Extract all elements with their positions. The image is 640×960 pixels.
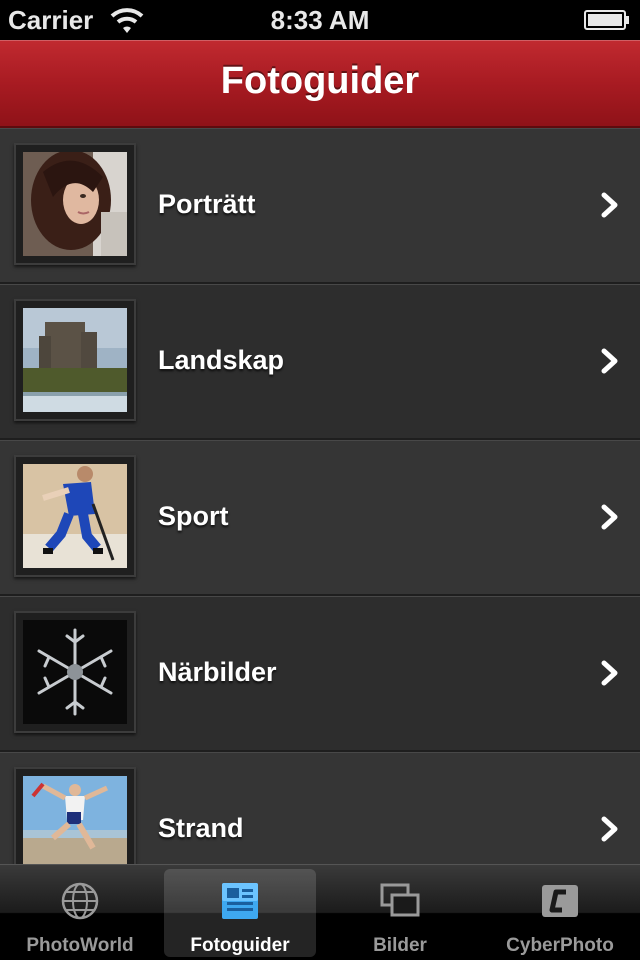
status-bar: Carrier 8:33 AM <box>0 0 640 40</box>
chevron-right-icon <box>601 660 618 686</box>
tab-fotoguider[interactable]: Fotoguider <box>164 869 316 957</box>
status-time: 8:33 AM <box>270 5 370 35</box>
navigation-bar: Fotoguider <box>0 40 640 128</box>
thumbnail-frame <box>14 143 136 265</box>
battery-icon <box>584 10 629 30</box>
list-item-landskap[interactable]: Landskap <box>0 284 640 440</box>
list-item-strand[interactable]: Strand <box>0 752 640 864</box>
tab-label: Fotoguider <box>190 935 290 956</box>
thumbnail-frame <box>14 299 136 421</box>
guide-icon <box>222 883 258 919</box>
list-item-label: Strand <box>158 813 244 843</box>
castle-landscape-thumbnail <box>23 308 127 412</box>
tab-photoworld[interactable]: PhotoWorld <box>4 869 156 957</box>
tab-label: PhotoWorld <box>26 935 134 956</box>
list-item-label: Sport <box>158 501 229 531</box>
chevron-right-icon <box>601 504 618 530</box>
tab-cyberphoto[interactable]: CyberPhoto <box>484 869 636 957</box>
list-item-label: Närbilder <box>158 657 277 687</box>
guide-list: Porträtt Landskap Sport Närbilder Strand <box>0 128 640 864</box>
tab-bar: PhotoWorld Fotoguider Bilder CyberPhoto <box>0 864 640 960</box>
thumbnail-frame <box>14 767 136 864</box>
tab-label: Bilder <box>373 935 427 956</box>
snowflake-macro-thumbnail <box>23 620 127 724</box>
tab-bilder[interactable]: Bilder <box>324 869 476 957</box>
list-item-portratt[interactable]: Porträtt <box>0 128 640 284</box>
chevron-right-icon <box>601 348 618 374</box>
cyberphoto-logo-icon <box>542 885 578 917</box>
chevron-right-icon <box>601 816 618 842</box>
list-item-label: Landskap <box>158 345 285 375</box>
chevron-right-icon <box>601 192 618 218</box>
floorball-player-thumbnail <box>23 464 127 568</box>
globe-icon <box>61 882 99 920</box>
list-item-label: Porträtt <box>158 189 256 219</box>
thumbnail-frame <box>14 455 136 577</box>
portrait-thumbnail <box>23 152 127 256</box>
thumbnail-frame <box>14 611 136 733</box>
tab-label: CyberPhoto <box>506 935 614 956</box>
gallery-icon <box>380 883 420 917</box>
page-title: Fotoguider <box>220 60 420 102</box>
beach-jump-thumbnail <box>23 776 127 864</box>
list-item-narbilder[interactable]: Närbilder <box>0 596 640 752</box>
list-item-sport[interactable]: Sport <box>0 440 640 596</box>
